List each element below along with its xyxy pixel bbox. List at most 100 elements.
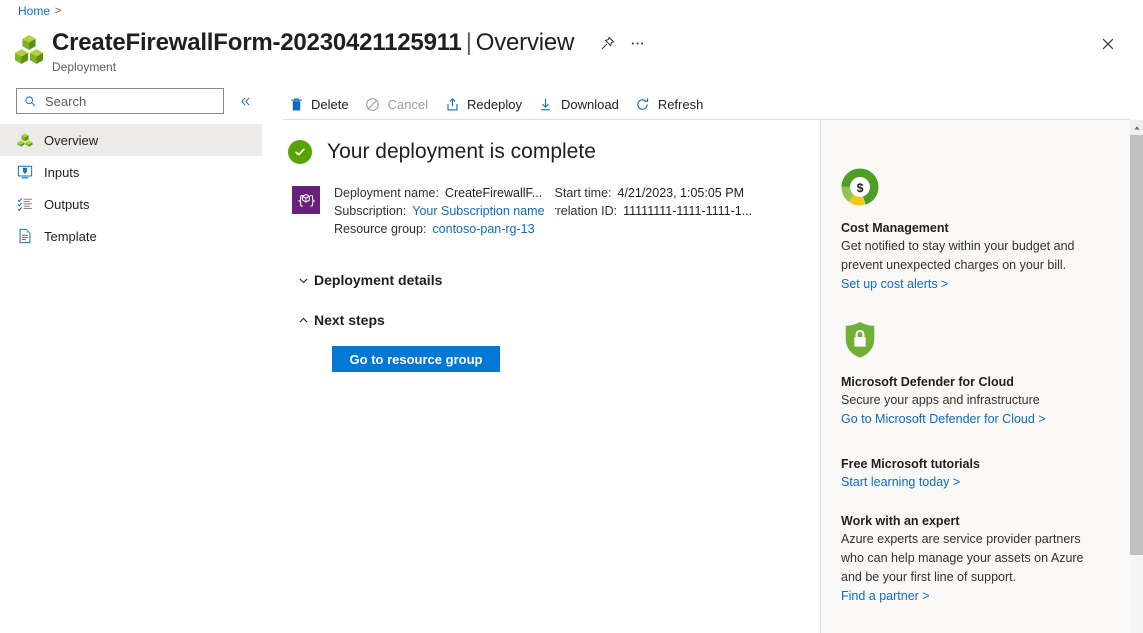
ellipsis-icon[interactable] — [624, 30, 650, 56]
info-row-correlation-id: orrelation ID: 11111111-1111-1111-1... — [555, 202, 770, 220]
refresh-button[interactable]: Refresh — [630, 89, 713, 119]
inputs-icon — [16, 163, 34, 181]
page-title: CreateFirewallForm-20230421125911 | Overvi… — [52, 28, 574, 58]
breadcrumb: Home > — [18, 2, 61, 20]
cancel-button: Cancel — [360, 89, 437, 119]
command-label: Refresh — [657, 96, 704, 112]
svg-text:}: } — [309, 194, 316, 208]
subscription-link[interactable]: Your Subscription name — [412, 202, 544, 220]
template-document-icon — [16, 227, 34, 245]
card-text-line: prevent unexpected charges on your bill. — [841, 258, 1067, 272]
search-input-wrapper[interactable] — [16, 88, 224, 114]
resource-type-label: Deployment — [52, 60, 117, 74]
sidebar: Overview Inputs — [0, 84, 262, 633]
info-value: 11111111-1111-1111-1... — [623, 204, 753, 218]
status-title: Your deployment is complete — [327, 140, 596, 163]
card-text-line: Azure experts are service provider partn… — [841, 532, 1081, 546]
deployment-info-columns: Deployment name: CreateFirewallF... Subs… — [334, 184, 770, 238]
find-a-partner-link[interactable]: Find a partner > — [841, 587, 930, 606]
deployment-info-left: Deployment name: CreateFirewallF... Subs… — [334, 184, 545, 238]
sidebar-item-label: Outputs — [44, 196, 90, 212]
sidebar-item-label: Overview — [44, 132, 99, 148]
redeploy-button[interactable]: Redeploy — [439, 89, 531, 119]
info-label: Start time: — [554, 186, 612, 200]
deployment-info-right: Start time: 4/21/2023, 1:05:05 PM orrela… — [555, 184, 770, 238]
card-text-line: Get notified to stay within your budget … — [841, 239, 1075, 253]
sidebar-item-template[interactable]: Template — [0, 220, 262, 252]
sidebar-item-outputs[interactable]: Outputs — [0, 188, 262, 220]
info-label: Subscription: — [334, 204, 407, 218]
resource-group-link[interactable]: contoso-pan-rg-13 — [432, 220, 534, 238]
chevron-down-icon — [292, 274, 314, 287]
command-label: Redeploy — [467, 96, 522, 112]
page-title-section: Overview — [475, 29, 575, 56]
download-arrow-icon — [537, 95, 555, 113]
info-value: 4/21/2023, 1:05:05 PM — [617, 186, 744, 200]
set-up-cost-alerts-link[interactable]: Set up cost alerts > — [841, 275, 948, 294]
shield-lock-icon — [841, 320, 1110, 365]
accordion-label: Next steps — [314, 312, 385, 328]
card-title: Cost Management — [841, 221, 949, 235]
search-icon — [24, 95, 37, 108]
go-to-defender-link[interactable]: Go to Microsoft Defender for Cloud > — [841, 410, 1046, 429]
page-header: CreateFirewallForm-20230421125911 | Overvi… — [14, 28, 650, 75]
info-row-start-time: Start time: 4/21/2023, 1:05:05 PM — [555, 184, 770, 202]
cancel-circle-icon — [364, 95, 382, 113]
go-to-resource-group-button[interactable]: Go to resource group — [332, 346, 500, 372]
delete-button[interactable]: Delete — [283, 89, 358, 119]
deployment-info: { } Deployment name: CreateFirewallF... … — [292, 184, 820, 238]
double-chevron-left-icon[interactable] — [232, 88, 258, 114]
close-icon[interactable] — [1095, 31, 1121, 57]
command-label: Delete — [311, 96, 349, 112]
deployment-status: Your deployment is complete — [288, 140, 820, 164]
card-title: Free Microsoft tutorials — [841, 457, 980, 471]
upload-box-icon — [443, 95, 461, 113]
info-row-subscription: Subscription: Your Subscription name — [334, 202, 545, 220]
command-label: Download — [560, 96, 619, 112]
breadcrumb-separator: > — [55, 5, 62, 17]
success-check-icon — [288, 140, 312, 164]
deployment-cubes-icon — [14, 32, 44, 66]
sidebar-item-label: Inputs — [44, 164, 80, 180]
main-content: Your deployment is complete { } Deployme… — [283, 120, 820, 633]
vertical-scrollbar-thumb[interactable] — [1130, 135, 1143, 555]
trash-icon — [287, 95, 305, 113]
info-label: Resource group: — [334, 222, 427, 236]
card-cost-management: $ Cost Management Get notified to stay w… — [821, 168, 1130, 294]
card-text-line: who can help manage your assets on Azure — [841, 551, 1084, 565]
card-text-line: Secure your apps and infrastructure — [841, 393, 1040, 407]
accordion-deployment-details[interactable]: Deployment details — [292, 268, 820, 292]
scroll-up-arrow-icon[interactable] — [1130, 120, 1143, 135]
sidebar-item-label: Template — [44, 228, 97, 244]
overview-cubes-icon — [16, 131, 34, 149]
page-title-resource: CreateFirewallForm-20230421125911 — [52, 29, 462, 56]
accordion-next-steps[interactable]: Next steps — [292, 308, 820, 332]
command-bar: Delete Cancel Redeploy Download Refresh — [283, 88, 712, 120]
info-row-resource-group: Resource group: contoso-pan-rg-13 — [334, 220, 545, 238]
breadcrumb-home-link[interactable]: Home — [18, 2, 50, 20]
accordion-group: Deployment details Next steps Go to reso… — [292, 268, 820, 372]
card-work-with-expert: Work with an expert Azure experts are se… — [821, 512, 1130, 606]
start-learning-link[interactable]: Start learning today > — [841, 473, 960, 492]
info-label: orrelation ID: — [554, 204, 618, 218]
info-value: CreateFirewallF... — [444, 186, 543, 200]
card-title: Microsoft Defender for Cloud — [841, 375, 1014, 389]
card-free-tutorials: Free Microsoft tutorials Start learning … — [821, 455, 1130, 492]
pin-icon[interactable] — [594, 30, 620, 56]
card-defender-for-cloud: Microsoft Defender for Cloud Secure your… — [821, 320, 1130, 429]
cost-donut-icon: $ — [841, 168, 1110, 211]
right-info-panel: $ Cost Management Get notified to stay w… — [821, 120, 1130, 633]
download-button[interactable]: Download — [533, 89, 628, 119]
accordion-label: Deployment details — [314, 272, 443, 288]
sidebar-item-overview[interactable]: Overview — [0, 124, 262, 156]
info-row-deployment-name: Deployment name: CreateFirewallF... — [334, 184, 545, 202]
sidebar-nav-list: Overview Inputs Outputs Template — [0, 124, 262, 252]
page-title-separator: | — [465, 29, 472, 56]
info-label: Deployment name: — [334, 186, 439, 200]
card-title: Work with an expert — [841, 514, 960, 528]
refresh-icon — [634, 95, 652, 113]
search-input[interactable] — [43, 92, 203, 110]
sidebar-item-inputs[interactable]: Inputs — [0, 156, 262, 188]
command-label: Cancel — [387, 96, 429, 112]
svg-text:$: $ — [857, 181, 864, 195]
